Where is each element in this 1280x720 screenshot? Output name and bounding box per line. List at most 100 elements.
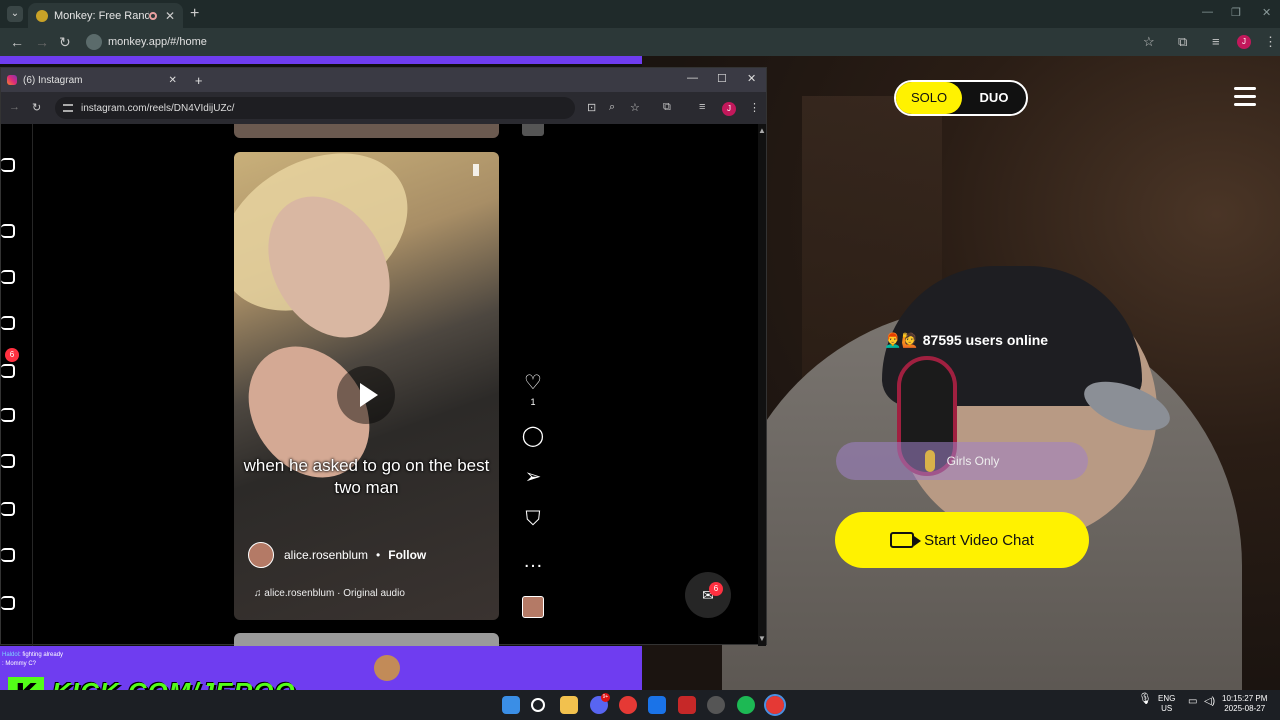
ig-bookmark-icon[interactable]: ☆ bbox=[630, 101, 640, 114]
chrome-active-icon[interactable] bbox=[764, 694, 786, 716]
bookmark-star-icon[interactable]: ☆ bbox=[1143, 34, 1155, 50]
new-tab-button[interactable]: + bbox=[190, 5, 199, 23]
ig-profile-avatar[interactable]: J bbox=[722, 102, 736, 116]
hamburger-menu-icon[interactable] bbox=[1234, 87, 1256, 107]
chat-user: Haldol bbox=[2, 652, 20, 658]
windows-taskbar bbox=[0, 690, 1280, 720]
ig-minimize-icon[interactable]: — bbox=[687, 72, 698, 84]
start-video-chat-button[interactable]: Start Video Chat bbox=[835, 512, 1089, 568]
ig-close-tab-icon[interactable]: ✕ bbox=[168, 75, 176, 86]
bookmark-icon[interactable]: ⛉ bbox=[521, 508, 545, 531]
music-note-icon: ♫ bbox=[254, 588, 262, 599]
reel-video[interactable]: when he asked to go on the best two man … bbox=[234, 152, 499, 620]
tab-search-icon[interactable]: ⌄ bbox=[7, 6, 23, 22]
more-action[interactable]: … bbox=[521, 550, 545, 573]
dashboard-icon[interactable] bbox=[1, 548, 15, 562]
ig-menu-icon[interactable]: ⋮ bbox=[749, 101, 760, 114]
ig-maximize-icon[interactable]: ☐ bbox=[717, 72, 727, 85]
author-username[interactable]: alice.rosenblum bbox=[284, 548, 368, 562]
users-online-text: 87595 users online bbox=[922, 332, 1049, 348]
ig-tab-title[interactable]: (6) Instagram bbox=[23, 75, 82, 86]
profile-icon[interactable] bbox=[1, 596, 15, 610]
close-window-icon[interactable]: ✕ bbox=[1262, 6, 1271, 19]
outer-tab-title: Monkey: Free Random Vide bbox=[54, 9, 149, 22]
create-icon[interactable] bbox=[1, 502, 15, 516]
reel-author: alice.rosenblum • Follow bbox=[248, 542, 426, 568]
language-indicator[interactable]: ENG US bbox=[1158, 694, 1175, 714]
search-icon[interactable] bbox=[1, 270, 15, 284]
volume-tray-icon[interactable]: ◁) bbox=[1204, 697, 1215, 707]
chrome-icon[interactable] bbox=[619, 696, 637, 714]
previous-reel-audio-thumb[interactable] bbox=[522, 124, 544, 136]
scroll-up-icon[interactable]: ▲ bbox=[758, 126, 766, 135]
media-app-icon[interactable] bbox=[678, 696, 696, 714]
media-controls-icon[interactable]: ≡ bbox=[1212, 34, 1220, 49]
ig-forward-icon[interactable]: → bbox=[9, 101, 20, 113]
system-clock[interactable]: 10:15:27 PM 2025-08-27 bbox=[1222, 694, 1267, 714]
author-avatar[interactable] bbox=[248, 542, 274, 568]
ig-reload-icon[interactable]: ↻ bbox=[32, 101, 41, 114]
follow-button[interactable]: Follow bbox=[388, 548, 426, 562]
close-tab-icon[interactable]: ✕ bbox=[165, 9, 175, 23]
mode-toggle: SOLO DUO bbox=[894, 80, 1028, 116]
microphone-icon[interactable]: 🎙 bbox=[1138, 694, 1152, 705]
restore-icon[interactable]: ❐ bbox=[1231, 6, 1241, 19]
play-icon[interactable] bbox=[337, 366, 395, 424]
heart-icon[interactable]: ♡ bbox=[521, 370, 545, 395]
more-options-icon[interactable]: … bbox=[521, 550, 545, 573]
previous-reel[interactable] bbox=[234, 124, 499, 138]
girls-only-button[interactable]: Girls Only bbox=[836, 442, 1088, 480]
save-action[interactable]: ⛉ bbox=[521, 508, 545, 531]
back-icon[interactable]: ← bbox=[10, 34, 24, 50]
reels-icon[interactable] bbox=[1, 364, 15, 378]
ig-media-icon[interactable]: ≡ bbox=[699, 101, 705, 113]
ig-site-info-icon[interactable] bbox=[63, 104, 73, 112]
comment-action[interactable]: ◯ bbox=[521, 423, 545, 448]
extensions-icon[interactable]: ⧉ bbox=[1178, 34, 1187, 50]
explore-icon[interactable] bbox=[1, 316, 15, 330]
file-explorer-icon[interactable] bbox=[560, 696, 578, 714]
share-action[interactable]: ➢ bbox=[521, 464, 545, 489]
comment-icon[interactable]: ◯ bbox=[521, 423, 545, 448]
send-icon[interactable]: ➢ bbox=[521, 464, 545, 489]
reel-audio[interactable]: ♫ alice.rosenblum · Original audio bbox=[254, 588, 405, 599]
ig-zoom-icon[interactable]: ⌕ bbox=[609, 101, 615, 114]
messages-floating-button[interactable]: ✉ bbox=[685, 572, 731, 618]
language-bottom: US bbox=[1161, 704, 1173, 713]
duo-button[interactable]: DUO bbox=[962, 82, 1026, 114]
volume-icon[interactable] bbox=[473, 164, 487, 176]
messages-icon[interactable] bbox=[1, 408, 15, 422]
notifications-icon[interactable] bbox=[1, 454, 15, 468]
taskbar-search-icon[interactable] bbox=[531, 698, 545, 712]
video-camera-icon bbox=[890, 532, 922, 548]
browser-menu-icon[interactable]: ⋮ bbox=[1264, 34, 1277, 50]
ig-new-tab-button[interactable]: + bbox=[195, 73, 203, 88]
solo-button[interactable]: SOLO bbox=[896, 82, 962, 114]
network-icon[interactable]: ▭ bbox=[1188, 697, 1197, 707]
forward-icon[interactable]: → bbox=[35, 34, 49, 50]
like-count: 1 bbox=[530, 397, 536, 407]
home-icon[interactable] bbox=[1, 224, 15, 238]
users-online-count: 👨‍🦰🙋 87595 users online bbox=[884, 332, 1048, 349]
outer-url-field[interactable]: monkey.app/#/home bbox=[84, 31, 1164, 53]
outer-tab-monkey[interactable]: Monkey: Free Random Vide ✕ bbox=[28, 3, 183, 28]
scroll-down-icon[interactable]: ▼ bbox=[758, 634, 766, 643]
ig-install-icon[interactable]: ⊡ bbox=[587, 101, 596, 114]
app-icon[interactable] bbox=[648, 696, 666, 714]
ig-close-window-icon[interactable]: ✕ bbox=[747, 72, 756, 85]
like-action[interactable]: ♡ 1 bbox=[521, 370, 545, 407]
ig-scrollbar[interactable] bbox=[758, 124, 766, 646]
spotify-icon[interactable] bbox=[737, 696, 755, 714]
ig-url-field[interactable]: instagram.com/reels/DN4VIdijUZc/ bbox=[55, 97, 575, 119]
reload-icon[interactable]: ↻ bbox=[59, 34, 71, 51]
windows-start-icon[interactable] bbox=[502, 696, 520, 714]
profile-avatar[interactable]: J bbox=[1237, 35, 1251, 49]
next-reel[interactable] bbox=[234, 633, 499, 647]
obs-icon[interactable] bbox=[707, 696, 725, 714]
site-info-icon[interactable] bbox=[86, 34, 102, 50]
minimize-icon[interactable]: — bbox=[1202, 6, 1213, 18]
audio-thumbnail[interactable] bbox=[522, 596, 544, 618]
instagram-logo-icon[interactable] bbox=[1, 158, 15, 172]
ig-extensions-icon[interactable]: ⧉ bbox=[663, 101, 671, 114]
monkey-favicon-icon bbox=[36, 9, 48, 22]
